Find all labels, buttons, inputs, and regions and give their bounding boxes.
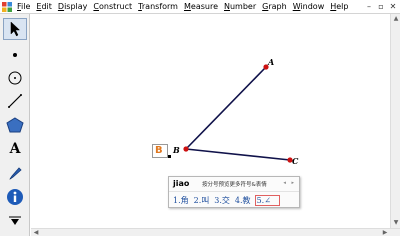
ime-candidate[interactable]: 3.交 xyxy=(213,194,231,207)
minimize-button[interactable]: – xyxy=(364,1,374,12)
segment-BC[interactable] xyxy=(185,148,291,161)
ime-candidate[interactable]: 1.角 xyxy=(172,194,190,207)
restore-button[interactable]: ▫ xyxy=(376,1,386,12)
scroll-left-icon[interactable]: ◀ xyxy=(32,229,40,237)
polygon-tool[interactable] xyxy=(3,114,27,136)
point-B[interactable] xyxy=(183,146,189,152)
straightedge-tool-icon xyxy=(8,94,22,108)
scroll-up-icon[interactable]: ▲ xyxy=(392,15,400,23)
custom-tool-icon xyxy=(9,216,21,225)
menu-display[interactable]: Display xyxy=(55,0,91,14)
menu-help[interactable]: Help xyxy=(327,0,351,14)
menu-construct[interactable]: Construct xyxy=(90,0,135,14)
app-icon xyxy=(2,1,12,12)
ime-candidate-list: 1.角 2.叫 3.交 4.教 5.∠ xyxy=(172,194,280,207)
menu-transform[interactable]: Transform xyxy=(135,0,181,14)
ime-candidate[interactable]: 2.叫 xyxy=(193,194,211,207)
text-tool[interactable]: A xyxy=(3,138,27,160)
straightedge-tool[interactable] xyxy=(3,90,27,112)
point-label-B: B xyxy=(173,145,180,155)
ime-composition-field[interactable]: B xyxy=(152,144,168,158)
text-tool-icon: A xyxy=(9,141,21,157)
ime-candidate-window: jiao 按分号预览更多符号&表情 ◂ ▸ 1.角 2.叫 3.交 4.教 5.… xyxy=(168,176,300,208)
point-label-C: C xyxy=(292,156,299,166)
compass-tool-icon xyxy=(8,71,22,85)
segment-BA[interactable] xyxy=(185,66,267,150)
scroll-down-icon[interactable]: ▼ xyxy=(392,219,400,227)
menu-bar: File Edit Display Construct Transform Me… xyxy=(0,0,400,14)
toolbox: A xyxy=(0,14,30,236)
menu-edit[interactable]: Edit xyxy=(33,0,55,14)
polygon-tool-icon xyxy=(6,117,24,133)
information-tool[interactable] xyxy=(3,186,27,208)
custom-tool[interactable] xyxy=(3,210,27,232)
point-label-A: A xyxy=(268,57,275,67)
menu-number[interactable]: Number xyxy=(221,0,259,14)
information-tool-icon xyxy=(7,189,23,205)
ime-page-nav[interactable]: ◂ ▸ xyxy=(283,180,296,186)
composition-text: B xyxy=(155,145,163,156)
close-button[interactable]: ✕ xyxy=(388,1,398,12)
vertical-scrollbar[interactable]: ▲ ▼ xyxy=(390,14,400,228)
ime-candidate-selected[interactable]: 5.∠ xyxy=(254,195,280,206)
resize-handle[interactable] xyxy=(168,155,171,158)
scroll-right-icon[interactable]: ▶ xyxy=(381,229,389,237)
menu-file[interactable]: File xyxy=(14,0,33,14)
ime-hint: 按分号预览更多符号&表情 xyxy=(202,182,267,188)
point-tool-icon xyxy=(13,53,17,57)
ime-candidate[interactable]: 4.教 xyxy=(234,194,252,207)
marker-tool-icon xyxy=(9,167,22,180)
arrow-tool-icon xyxy=(10,21,21,37)
horizontal-scrollbar[interactable]: ◀ ▶ xyxy=(31,228,400,236)
ime-pinyin: jiao xyxy=(173,179,190,188)
menu-window[interactable]: Window xyxy=(290,0,328,14)
arrow-tool[interactable] xyxy=(3,18,27,40)
point-tool[interactable] xyxy=(3,44,27,66)
marker-tool[interactable] xyxy=(3,162,27,184)
ime-composition-row: jiao 按分号预览更多符号&表情 ◂ ▸ xyxy=(169,177,299,192)
menu-measure[interactable]: Measure xyxy=(181,0,221,14)
compass-tool[interactable] xyxy=(3,67,27,89)
menu-graph[interactable]: Graph xyxy=(259,0,290,14)
